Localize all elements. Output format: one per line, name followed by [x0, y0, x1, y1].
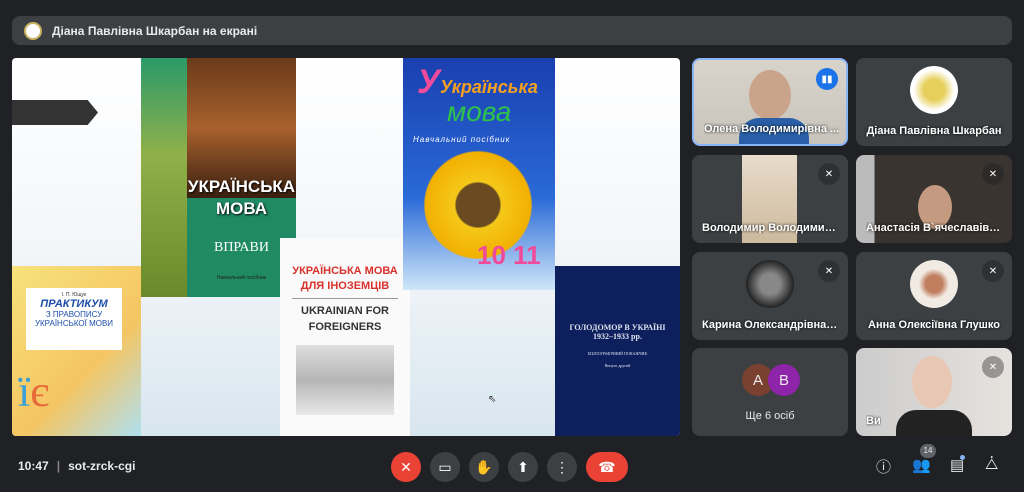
book-holodomor: ГОЛОДОМОР В УКРАЇНІ 1932–1933 рр. БІБЛІО…: [555, 266, 680, 436]
avatar: [746, 260, 794, 308]
book-ukr-mova-10-11: УУкраїнська мова Навчальний посібник 10 …: [403, 58, 555, 290]
camera-toggle-button[interactable]: ▭: [430, 452, 460, 482]
participant-tile[interactable]: Діана Павлівна Шкарбан: [856, 58, 1012, 146]
avatar: [910, 66, 958, 114]
others-tile[interactable]: А В Ще 6 осіб: [692, 348, 848, 436]
people-icon[interactable]: 👥: [912, 456, 931, 474]
mic-off-icon: ✕: [982, 163, 1004, 185]
participant-tile[interactable]: ▮▮ Олена Володимирівна ...: [692, 58, 848, 146]
avatar: В: [768, 364, 800, 396]
presenter-avatar: [24, 21, 42, 40]
hand-icon: ✋: [475, 458, 493, 475]
present-button[interactable]: ⬆: [508, 452, 538, 482]
mic-off-icon: ✕: [982, 356, 1004, 378]
presenting-text: Діана Павлівна Шкарбан на екрані: [52, 23, 258, 38]
shared-screen: І. П. Ющук ПРАКТИКУМ З ПРАВОПИСУ УКРАЇНС…: [12, 58, 680, 436]
arrow-shape: [12, 100, 98, 125]
speaking-indicator-icon: ▮▮: [816, 68, 838, 90]
avatar: [910, 260, 958, 308]
more-vert-icon: ⋮: [555, 458, 569, 475]
mic-off-icon: ✕: [818, 163, 840, 185]
participant-tile[interactable]: ✕ Анастасія В`ячеславівн...: [856, 155, 1012, 243]
meeting-code: sot-zrck-cgi: [68, 459, 136, 473]
people-count-badge: 14: [920, 444, 936, 458]
mouse-cursor-icon: ⇖: [488, 394, 497, 405]
hangup-icon: ☎: [598, 458, 616, 475]
raise-hand-button[interactable]: ✋: [469, 452, 499, 482]
activities-icon[interactable]: ⧊: [985, 456, 998, 473]
participant-tile[interactable]: ✕ Володимир Володимир...: [692, 155, 848, 243]
camera-icon: ▭: [438, 458, 452, 475]
info-icon[interactable]: ⓘ: [876, 456, 891, 477]
mic-toggle-button[interactable]: ✕: [391, 452, 421, 482]
more-options-button[interactable]: ⋮: [547, 452, 577, 482]
participant-tile[interactable]: ✕ Анна Олексіївна Глушко: [856, 252, 1012, 340]
leave-call-button[interactable]: ☎: [586, 452, 628, 482]
mic-off-icon: ✕: [400, 458, 412, 475]
mic-off-icon: ✕: [982, 260, 1004, 282]
book-ukrainian-for-foreigners: УКРАЇНСЬКА МОВА ДЛЯ ІНОЗЕМЦІВ UKRAINIAN …: [280, 238, 410, 436]
participant-tile[interactable]: ✕ Карина Олександрівна ...: [692, 252, 848, 340]
present-icon: ⬆: [517, 458, 529, 475]
clock: 10:47: [18, 459, 49, 473]
presenting-banner: Діана Павлівна Шкарбан на екрані: [12, 16, 1012, 45]
mic-off-icon: ✕: [818, 260, 840, 282]
self-tile[interactable]: ✕ Ви: [856, 348, 1012, 436]
book-praktykum: І. П. Ющук ПРАКТИКУМ З ПРАВОПИСУ УКРАЇНС…: [12, 266, 141, 436]
book-ukr-mova-vpravy: УКРАЇНСЬКА МОВА ВПРАВИ Навчальний посібн…: [141, 58, 296, 297]
meeting-info: 10:47 | sot-zrck-cgi: [18, 459, 136, 473]
chat-unread-dot: [960, 455, 965, 460]
